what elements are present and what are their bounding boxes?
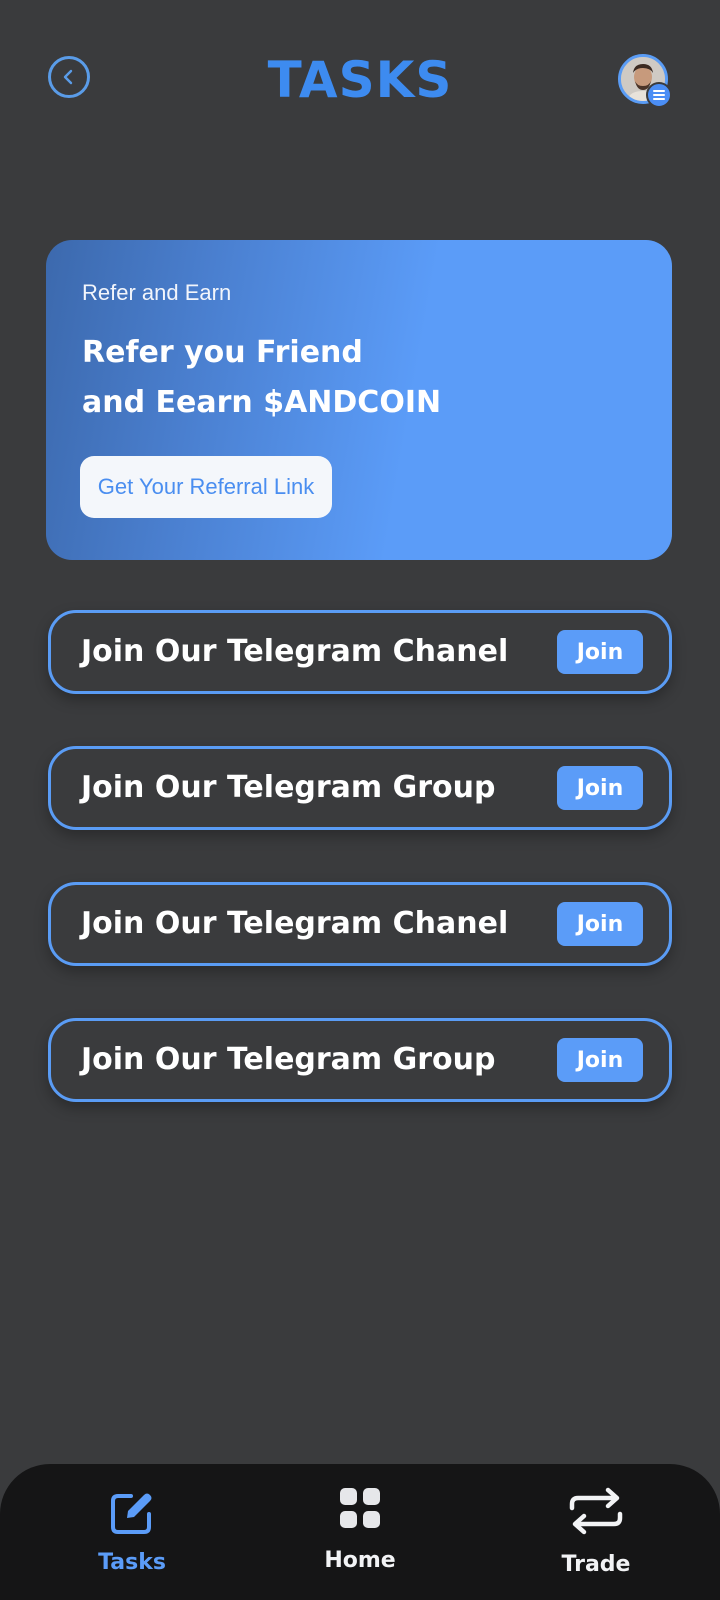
join-button[interactable]: Join bbox=[557, 766, 643, 810]
task-label: Join Our Telegram Group bbox=[81, 770, 496, 805]
task-label: Join Our Telegram Group bbox=[81, 1042, 496, 1077]
edit-icon bbox=[111, 1493, 152, 1534]
nav-label-trade: Trade bbox=[561, 1552, 631, 1577]
promo-headline-line1: Refer you Friend bbox=[82, 335, 363, 370]
join-button[interactable]: Join bbox=[557, 902, 643, 946]
join-button[interactable]: Join bbox=[557, 1038, 643, 1082]
nav-label-tasks: Tasks bbox=[98, 1550, 166, 1575]
promo-headline-line2: and Eearn $ANDCOIN bbox=[82, 385, 442, 420]
promo-eyebrow: Refer and Earn bbox=[82, 280, 232, 305]
task-card: Join Our Telegram Chanel Join bbox=[48, 610, 672, 694]
bottom-nav: Tasks Home Trade bbox=[0, 1464, 720, 1600]
header: TASKS bbox=[0, 0, 720, 160]
nav-label-home: Home bbox=[324, 1548, 396, 1573]
avatar-menu-badge[interactable] bbox=[646, 82, 672, 108]
task-card: Join Our Telegram Group Join bbox=[48, 746, 672, 830]
task-card: Join Our Telegram Chanel Join bbox=[48, 882, 672, 966]
referral-promo-card: Refer and Earn Refer you Friend and Eear… bbox=[46, 240, 672, 560]
get-referral-link-button[interactable]: Get Your Referral Link bbox=[80, 456, 332, 518]
nav-item-trade[interactable]: Trade bbox=[516, 1464, 676, 1600]
task-label: Join Our Telegram Chanel bbox=[81, 906, 509, 941]
promo-headline: Refer you Friend and Eearn $ANDCOIN bbox=[82, 328, 441, 428]
menu-icon bbox=[653, 90, 665, 100]
task-card: Join Our Telegram Group Join bbox=[48, 1018, 672, 1102]
grid-icon bbox=[340, 1488, 380, 1528]
page-title: TASKS bbox=[267, 51, 453, 109]
nav-item-tasks[interactable]: Tasks bbox=[52, 1464, 212, 1600]
join-button[interactable]: Join bbox=[557, 630, 643, 674]
nav-item-home[interactable]: Home bbox=[280, 1464, 440, 1600]
task-label: Join Our Telegram Chanel bbox=[81, 634, 509, 669]
swap-icon bbox=[569, 1487, 623, 1535]
